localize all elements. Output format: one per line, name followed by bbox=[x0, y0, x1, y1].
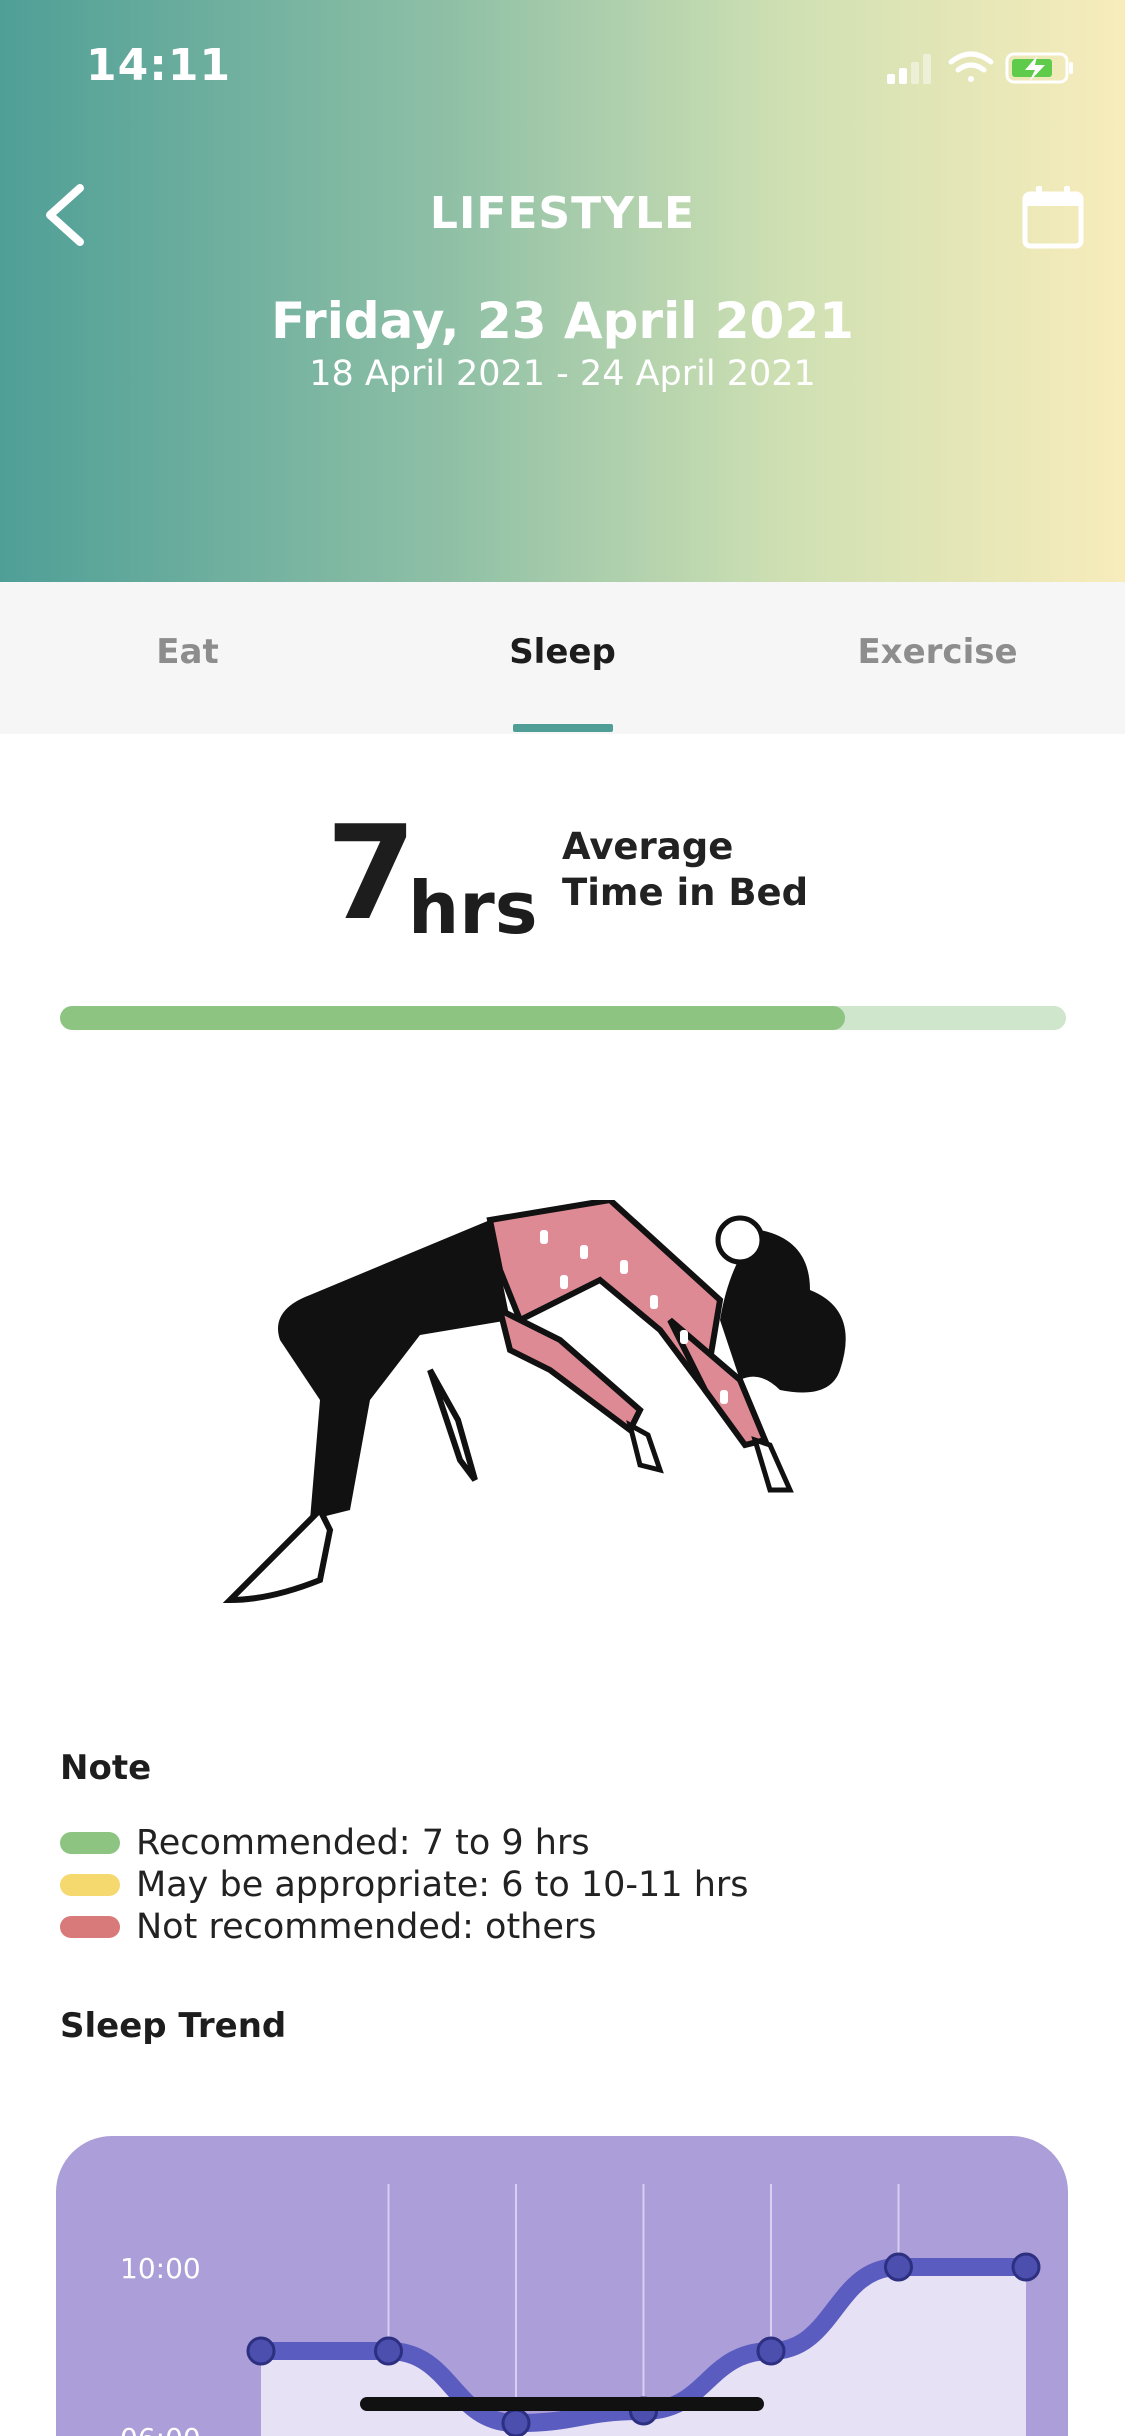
sleep-trend-chart: 10:00 06:00 bbox=[56, 2136, 1068, 2436]
average-time-in-bed: 7 hrs Average Time in Bed bbox=[0, 808, 1125, 958]
data-point bbox=[246, 2336, 276, 2366]
tab-eat[interactable]: Eat bbox=[0, 582, 375, 734]
legend-text: Recommended: 7 to 9 hrs bbox=[136, 1823, 590, 1863]
sleep-legend: Recommended: 7 to 9 hrs May be appropria… bbox=[60, 1822, 749, 1948]
header: 14:11 LIFESTYLE Friday, 23 April 2021 18… bbox=[0, 0, 1125, 582]
progress-fill bbox=[60, 1006, 845, 1030]
status-time: 14:11 bbox=[86, 40, 232, 91]
status-icons bbox=[887, 51, 1073, 84]
legend-swatch-red bbox=[60, 1916, 120, 1938]
data-point bbox=[374, 2336, 403, 2366]
legend-text: May be appropriate: 6 to 10-11 hrs bbox=[136, 1865, 749, 1905]
legend-swatch-green bbox=[60, 1832, 120, 1854]
data-point bbox=[1011, 2252, 1041, 2282]
stat-label-line2: Time in Bed bbox=[562, 871, 809, 914]
stat-label: Average Time in Bed bbox=[562, 824, 808, 916]
legend-swatch-yellow bbox=[60, 1874, 120, 1896]
wifi-icon bbox=[948, 51, 994, 82]
signal-icon bbox=[887, 54, 931, 84]
data-point bbox=[884, 2252, 913, 2282]
stat-unit: hrs bbox=[408, 866, 538, 950]
stat-label-line1: Average bbox=[562, 825, 734, 868]
date-range: 18 April 2021 - 24 April 2021 bbox=[309, 354, 816, 394]
sleep-screen: 14:11 LIFESTYLE Friday, 23 April 2021 18… bbox=[0, 0, 1125, 2436]
battery-icon bbox=[1005, 52, 1073, 84]
home-indicator bbox=[360, 2397, 764, 2411]
sleep-trend-plot bbox=[246, 2184, 1041, 2436]
legend-item-not-recommended: Not recommended: others bbox=[60, 1906, 749, 1948]
selected-date: Friday, 23 April 2021 bbox=[271, 292, 854, 350]
sleep-trend-title: Sleep Trend bbox=[60, 2006, 287, 2046]
legend-text: Not recommended: others bbox=[136, 1907, 597, 1947]
page-title: LIFESTYLE bbox=[429, 188, 696, 239]
data-point bbox=[501, 2408, 531, 2436]
tab-exercise[interactable]: Exercise bbox=[750, 582, 1125, 734]
legend-item-recommended: Recommended: 7 to 9 hrs bbox=[60, 1822, 749, 1864]
data-point bbox=[756, 2336, 786, 2366]
sleeping-woman-illustration bbox=[222, 1200, 846, 1604]
stat-value: 7 bbox=[326, 797, 417, 949]
y-axis-label-top: 10:00 bbox=[120, 2252, 201, 2285]
tab-sleep[interactable]: Sleep bbox=[375, 582, 750, 734]
y-axis-label-bottom: 06:00 bbox=[120, 2422, 201, 2436]
calendar-button[interactable] bbox=[1021, 184, 1085, 250]
tab-bar: Eat Sleep Exercise bbox=[0, 582, 1125, 734]
note-title: Note bbox=[60, 1748, 152, 1788]
legend-item-may-be-appropriate: May be appropriate: 6 to 10-11 hrs bbox=[60, 1864, 749, 1906]
sleep-progress-bar bbox=[60, 1006, 1066, 1030]
